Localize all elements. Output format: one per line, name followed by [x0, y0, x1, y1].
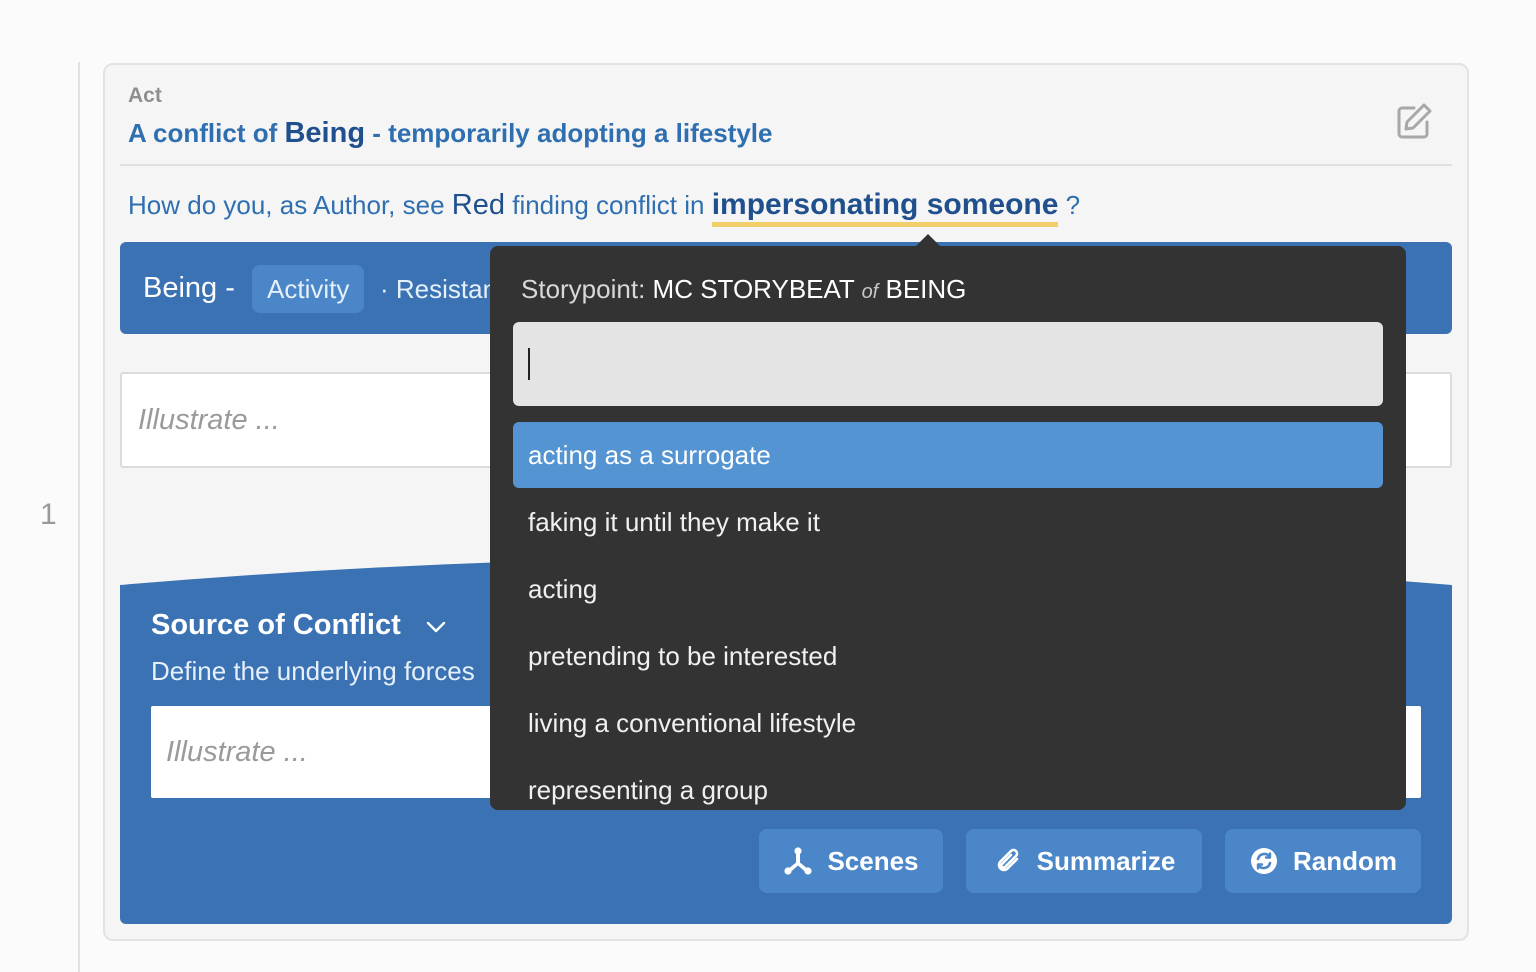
option-item[interactable]: living a conventional lifestyle: [513, 690, 1383, 756]
paperclip-icon: [997, 848, 1018, 872]
popover-header-prefix: Storypoint:: [521, 274, 646, 304]
question-part-1: How do you, as Author, see: [128, 190, 445, 220]
random-button-label: Random: [1293, 845, 1397, 876]
random-button[interactable]: Random: [1225, 829, 1421, 893]
option-item[interactable]: pretending to be interested: [513, 623, 1383, 689]
header-divider: [120, 164, 1452, 166]
summarize-button-label: Summarize: [1036, 845, 1176, 876]
popover-arrow: [916, 234, 940, 246]
popover-header-main: MC STORYBEAT: [652, 274, 855, 304]
storypoint-bar-title: Being -: [143, 272, 235, 304]
summarize-button[interactable]: Summarize: [966, 829, 1202, 893]
question-part-2: finding conflict in: [512, 190, 705, 220]
act-title-suffix: - temporarily adopting a lifestyle: [372, 118, 773, 148]
scenes-icon: [784, 847, 813, 875]
illustrate-placeholder-top: Illustrate ...: [138, 404, 280, 436]
act-title-domain: Being: [284, 117, 366, 149]
question-part-3: ?: [1065, 190, 1081, 220]
storybeat-link[interactable]: impersonating someone: [711, 188, 1059, 227]
option-item[interactable]: faking it until they make it: [513, 489, 1383, 555]
act-label: Act: [128, 84, 162, 107]
source-of-conflict-title[interactable]: Source of Conflict: [151, 609, 401, 642]
scenes-button-label: Scenes: [827, 845, 919, 876]
storybeat-search-input[interactable]: [513, 322, 1383, 406]
gutter-line: [78, 62, 80, 972]
storypoint-popover: Storypoint: MC STORYBEAT of BEING acting…: [490, 246, 1406, 810]
scenes-button[interactable]: Scenes: [759, 829, 943, 893]
line-number: 1: [40, 498, 57, 531]
author-question: How do you, as Author, see Red finding c…: [128, 188, 1081, 227]
option-item[interactable]: acting as a surrogate: [513, 422, 1383, 488]
popover-header: Storypoint: MC STORYBEAT of BEING: [521, 274, 966, 305]
source-of-conflict-subtitle: Define the underlying forces: [151, 656, 475, 686]
chevron-down-icon[interactable]: [424, 617, 448, 637]
question-character: Red: [451, 189, 505, 221]
option-item[interactable]: acting: [513, 556, 1383, 622]
popover-header-domain: BEING: [885, 274, 967, 304]
popover-header-of: of: [861, 281, 879, 303]
illustrate-placeholder-bottom: Illustrate ...: [166, 736, 308, 768]
refresh-icon: [1251, 848, 1277, 874]
act-title-prefix: A conflict of: [128, 118, 278, 148]
activity-pill[interactable]: Activity: [252, 265, 365, 313]
act-title: A conflict of Being - temporarily adopti…: [128, 117, 772, 150]
text-caret: [528, 348, 530, 380]
option-item[interactable]: representing a group: [513, 757, 1383, 810]
edit-icon[interactable]: [1394, 101, 1434, 141]
